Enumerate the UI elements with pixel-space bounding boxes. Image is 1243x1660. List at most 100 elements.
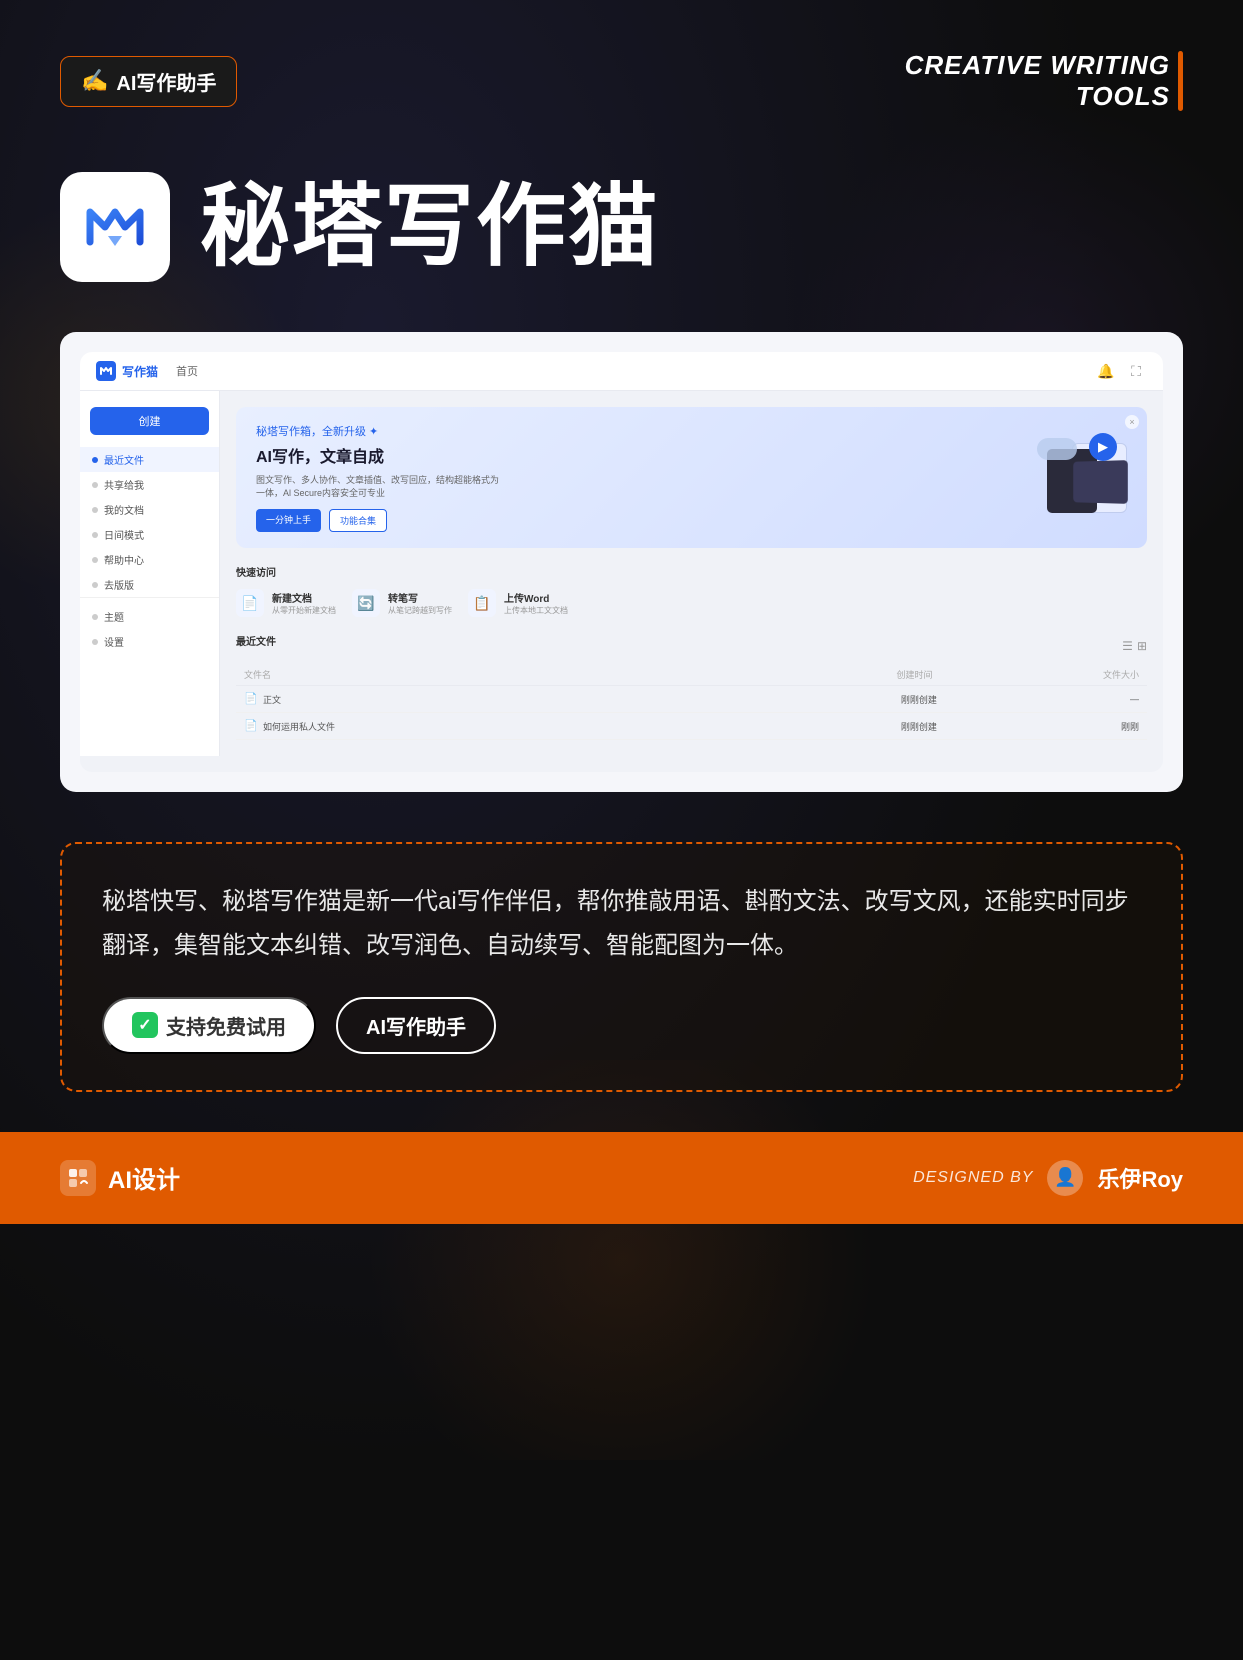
sidebar-label-shared: 共享给我 xyxy=(104,477,144,492)
sidebar-dot-recent xyxy=(92,457,98,463)
file-date-1: 刚刚创建 xyxy=(667,693,937,706)
hero-desc: 图文写作、多人协作、文章插值、改写回应，结构超能格式为一体，Al Secure内… xyxy=(256,473,506,499)
hero-btn-features[interactable]: 功能合集 xyxy=(329,509,387,532)
btn-ai-label: AI写作助手 xyxy=(366,1011,466,1040)
screenshot-sidebar: 创建 最近文件 共享给我 我的文档 日间模式 xyxy=(80,391,220,756)
quick-icon-word: 📋 xyxy=(468,589,496,617)
screenshot-content: 秘塔写作箱，全新升级 ✦ AI写作，文章自成 图文写作、多人协作、文章插值、改写… xyxy=(220,391,1163,756)
hero-close-btn[interactable]: × xyxy=(1125,415,1139,429)
file-icon-2: 📄 xyxy=(244,719,258,733)
quick-desc-new: 从零开始新建文档 xyxy=(272,605,336,616)
illus-play-btn: ▶ xyxy=(1089,433,1117,461)
footer-right: DESIGNED BY 👤 乐伊Roy xyxy=(913,1160,1183,1196)
screenshot-logo-svg xyxy=(99,364,113,378)
sidebar-label-recent: 最近文件 xyxy=(104,452,144,467)
quick-icon-new: 📄 xyxy=(236,589,264,617)
check-mark: ✓ xyxy=(138,1015,151,1035)
check-icon: ✓ xyxy=(132,1012,158,1038)
sidebar-dot-mydocs xyxy=(92,507,98,513)
hero-illustration: ▶ xyxy=(997,443,1127,513)
creative-title-line1: CREATIVE WRITING xyxy=(905,50,1170,81)
hero-btn-quickstart[interactable]: 一分钟上手 xyxy=(256,509,321,532)
col-header-name: 文件名 xyxy=(244,668,657,681)
sidebar-dot-help xyxy=(92,557,98,563)
footer-logo-svg xyxy=(67,1167,89,1189)
quick-access-list: 📄 新建文档 从零开始新建文档 🔄 转笔写 从笔记跨越到写 xyxy=(236,589,1147,617)
btn-free-label: 支持免费试用 xyxy=(166,1011,286,1040)
table-row-2[interactable]: 📄 如何运用私人文件 刚刚创建 刚刚 xyxy=(236,713,1147,740)
sidebar-item-shared[interactable]: 共享给我 xyxy=(80,472,219,497)
app-icon xyxy=(60,172,170,282)
quick-desc-word: 上传本地工文文档 xyxy=(504,605,568,616)
screenshot-logo-icon xyxy=(96,361,116,381)
header-row: ✍️ AI写作助手 CREATIVE WRITING TOOLS xyxy=(60,50,1183,112)
bg-glow-bottom xyxy=(322,1060,922,1460)
recent-view-icons: ☰ ⊞ xyxy=(1122,639,1147,653)
recent-files-title: 最近文件 xyxy=(236,633,276,648)
sidebar-dot-settings xyxy=(92,639,98,645)
screenshot-nav-tab[interactable]: 首页 xyxy=(168,360,206,382)
footer-logo-icon xyxy=(60,1160,96,1196)
expand-icon[interactable]: ⛶ xyxy=(1125,360,1147,382)
footer-author: 乐伊Roy xyxy=(1097,1162,1183,1194)
sidebar-item-theme[interactable]: 主题 xyxy=(80,604,219,629)
footer: AI设计 DESIGNED BY 👤 乐伊Roy xyxy=(0,1132,1243,1224)
quick-name-new: 新建文档 xyxy=(272,590,336,605)
sidebar-item-mydocs[interactable]: 我的文档 xyxy=(80,497,219,522)
sidebar-dot-daymode xyxy=(92,532,98,538)
quick-name-transfer: 转笔写 xyxy=(388,590,452,605)
quick-text-word: 上传Word 上传本地工文文档 xyxy=(504,590,568,616)
btn-free-trial[interactable]: ✓ 支持免费试用 xyxy=(102,997,316,1054)
sidebar-item-help[interactable]: 帮助中心 xyxy=(80,547,219,572)
sidebar-bottom: 主题 设置 xyxy=(80,597,219,654)
sidebar-label-upgrade: 去版版 xyxy=(104,577,134,592)
sidebar-label-mydocs: 我的文档 xyxy=(104,502,144,517)
sidebar-item-recent[interactable]: 最近文件 xyxy=(80,447,219,472)
creative-title-line2: TOOLS xyxy=(905,81,1170,112)
screenshot-inner: 写作猫 首页 🔔 ⛶ 创建 最近文件 xyxy=(80,352,1163,772)
sidebar-label-daymode: 日间模式 xyxy=(104,527,144,542)
file-size-1: — xyxy=(937,694,1139,704)
file-name-2: 如何运用私人文件 xyxy=(263,720,667,733)
sidebar-item-daymode[interactable]: 日间模式 xyxy=(80,522,219,547)
file-size-2: 刚刚 xyxy=(937,720,1139,733)
screenshot-hero-text: 秘塔写作箱，全新升级 ✦ AI写作，文章自成 图文写作、多人协作、文章插值、改写… xyxy=(256,423,506,532)
recent-files-header: 最近文件 ☰ ⊞ xyxy=(236,633,1147,658)
illus-device xyxy=(1073,460,1128,504)
sidebar-create-btn[interactable]: 创建 xyxy=(90,407,209,435)
screenshot-topbar: 写作猫 首页 🔔 ⛶ xyxy=(80,352,1163,391)
quick-item-transfer[interactable]: 🔄 转笔写 从笔记跨越到写作 xyxy=(352,589,452,617)
grid-view-icon[interactable]: ⊞ xyxy=(1137,639,1147,653)
quick-icon-transfer: 🔄 xyxy=(352,589,380,617)
illus-wrapper: ▶ xyxy=(997,433,1127,513)
main-content: ✍️ AI写作助手 CREATIVE WRITING TOOLS xyxy=(0,0,1243,1092)
screenshot-main: 创建 最近文件 共享给我 我的文档 日间模式 xyxy=(80,391,1163,756)
screenshot-hero: 秘塔写作箱，全新升级 ✦ AI写作，文章自成 图文写作、多人协作、文章插值、改写… xyxy=(236,407,1147,548)
screenshot-icons: 🔔 ⛶ xyxy=(1095,360,1147,382)
screenshot-logo-text: 写作猫 xyxy=(122,363,158,380)
list-view-icon[interactable]: ☰ xyxy=(1122,639,1133,653)
hero-btns: 一分钟上手 功能合集 xyxy=(256,509,506,532)
description-buttons: ✓ 支持免费试用 AI写作助手 xyxy=(102,997,1141,1054)
app-name: 秘塔写作猫 xyxy=(200,182,660,272)
notification-icon[interactable]: 🔔 xyxy=(1095,360,1117,382)
quick-item-new[interactable]: 📄 新建文档 从零开始新建文档 xyxy=(236,589,336,617)
illus-cloud xyxy=(1037,438,1077,460)
sidebar-item-settings[interactable]: 设置 xyxy=(80,629,219,654)
sidebar-dot-theme xyxy=(92,614,98,620)
footer-left: AI设计 xyxy=(60,1160,180,1196)
btn-ai-writing[interactable]: AI写作助手 xyxy=(336,997,496,1054)
quick-text-transfer: 转笔写 从笔记跨越到写作 xyxy=(388,590,452,616)
avatar-emoji: 👤 xyxy=(1054,1167,1076,1188)
col-header-size: 文件大小 xyxy=(932,668,1139,681)
sidebar-item-upgrade[interactable]: 去版版 xyxy=(80,572,219,597)
quick-desc-transfer: 从笔记跨越到写作 xyxy=(388,605,452,616)
table-header: 文件名 创建时间 文件大小 xyxy=(236,664,1147,686)
quick-item-word[interactable]: 📋 上传Word 上传本地工文文档 xyxy=(468,589,568,617)
badge-label: AI写作助手 xyxy=(116,67,216,96)
app-logo-svg xyxy=(80,192,150,262)
ai-badge[interactable]: ✍️ AI写作助手 xyxy=(60,56,237,107)
table-row-1[interactable]: 📄 正文 刚刚创建 — xyxy=(236,686,1147,713)
hero-title: AI写作，文章自成 xyxy=(256,443,506,467)
footer-logo-text: AI设计 xyxy=(108,1160,180,1195)
